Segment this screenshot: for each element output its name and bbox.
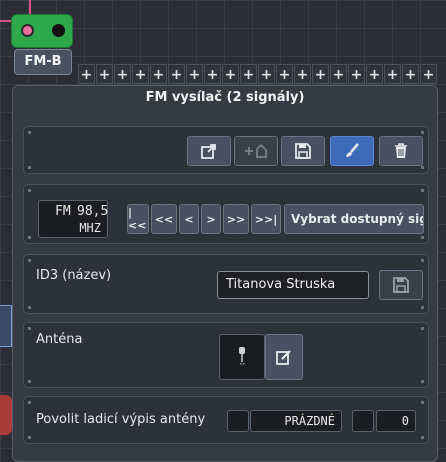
edit-icon (276, 350, 291, 365)
side-selection-strip (0, 305, 12, 347)
brush-button[interactable] (330, 136, 374, 166)
corner-rivet (28, 380, 31, 383)
corner-rivet (28, 306, 31, 309)
corner-rivet (28, 436, 31, 439)
output-port-icon[interactable] (52, 24, 65, 37)
add-import-button[interactable] (234, 136, 278, 166)
add-slot-button[interactable]: + (276, 64, 293, 84)
corner-rivet (421, 166, 424, 169)
forward-button[interactable]: >> (223, 204, 249, 234)
circuit-node[interactable] (11, 14, 73, 48)
rewind-button[interactable]: << (151, 204, 177, 234)
add-slot-button[interactable]: + (348, 64, 365, 84)
corner-rivet (421, 436, 424, 439)
corner-rivet (28, 131, 31, 134)
antenna-slot[interactable] (219, 334, 265, 380)
debug-count-toggle[interactable] (352, 410, 374, 432)
toolbar-section (23, 126, 429, 174)
corner-rivet (421, 380, 424, 383)
save-icon (295, 143, 311, 159)
add-slot-button[interactable]: + (366, 64, 383, 84)
corner-rivet (28, 166, 31, 169)
export-button[interactable] (187, 136, 231, 166)
debug-count-display: 0 (376, 410, 416, 432)
find-available-signal-button[interactable]: Vybrat dostupný sig (284, 204, 424, 234)
save-button[interactable] (281, 136, 325, 166)
add-slot-button[interactable]: + (168, 64, 185, 84)
add-slot-button[interactable]: + (384, 64, 401, 84)
add-slot-button[interactable]: + (186, 64, 203, 84)
add-slot-button[interactable]: + (420, 64, 437, 84)
trash-icon (395, 143, 407, 158)
add-slot-button[interactable]: + (240, 64, 257, 84)
last-button[interactable]: >>| (251, 204, 281, 234)
corner-rivet (28, 189, 31, 192)
edit-antenna-button[interactable] (265, 334, 303, 380)
tuner-section: FM 98,5 MHZ Vybrat dostupný sig |<< << < > >… (23, 184, 429, 244)
add-slot-button[interactable]: + (204, 64, 221, 84)
id3-save-button[interactable] (379, 270, 423, 300)
corner-rivet (421, 327, 424, 330)
fm-b-tab[interactable]: FM-B (14, 49, 72, 75)
antenna-label: Anténa (36, 332, 83, 347)
frequency-value: 98,5 (77, 204, 109, 219)
corner-rivet (28, 259, 31, 262)
next-button[interactable]: > (201, 204, 221, 234)
panel-title: FM vysílač (2 signály) (145, 90, 305, 105)
frequency-unit: MHZ (79, 221, 101, 235)
antenna-icon (239, 347, 245, 365)
add-slot-button[interactable]: + (312, 64, 329, 84)
add-slot-button[interactable]: + (78, 64, 95, 84)
frequency-prefix: FM (55, 204, 71, 219)
corner-rivet (421, 131, 424, 134)
fm-transmitter-panel: FM vysílač (2 signály) FM 98,5 MHZ Vybra… (12, 85, 438, 462)
side-red-element (0, 395, 12, 435)
corner-rivet (421, 236, 424, 239)
debug-section: Povolit ladicí výpis antény PRÁZDNÉ 0 (23, 396, 429, 444)
brush-icon (346, 143, 359, 157)
add-slot-button[interactable]: + (96, 64, 113, 84)
corner-rivet (28, 401, 31, 404)
input-port-icon[interactable] (21, 24, 34, 37)
corner-rivet (421, 306, 424, 309)
add-slot-button[interactable]: + (132, 64, 149, 84)
add-slot-button[interactable]: + (258, 64, 275, 84)
debug-label: Povolit ladicí výpis antény (36, 412, 206, 427)
add-slot-button[interactable]: + (294, 64, 311, 84)
corner-rivet (28, 327, 31, 330)
add-slot-button[interactable]: + (114, 64, 131, 84)
add-slot-button[interactable]: + (150, 64, 167, 84)
add-slot-button[interactable]: + (330, 64, 347, 84)
antenna-section: Anténa (23, 322, 429, 388)
id3-name-input[interactable]: Titanova Struska (217, 271, 369, 299)
add-slot-button[interactable]: + (402, 64, 419, 84)
prev-button[interactable]: < (179, 204, 199, 234)
add-import-icon (245, 144, 267, 158)
save-icon (393, 277, 409, 293)
id3-section: ID3 (název) Titanova Struska (23, 254, 429, 314)
delete-button[interactable] (379, 136, 423, 166)
export-icon (201, 144, 216, 159)
debug-status-display: PRÁZDNÉ (250, 410, 342, 432)
slot-row: + + + + + + + + + + + + + + + + + + + + (78, 64, 446, 86)
corner-rivet (421, 401, 424, 404)
id3-label: ID3 (název) (36, 268, 112, 283)
corner-rivet (421, 259, 424, 262)
frequency-display: FM 98,5 MHZ (38, 200, 108, 238)
corner-rivet (28, 236, 31, 239)
first-button[interactable]: |<< (127, 204, 149, 234)
corner-rivet (421, 189, 424, 192)
add-slot-button[interactable]: + (222, 64, 239, 84)
debug-toggle[interactable] (227, 410, 249, 432)
